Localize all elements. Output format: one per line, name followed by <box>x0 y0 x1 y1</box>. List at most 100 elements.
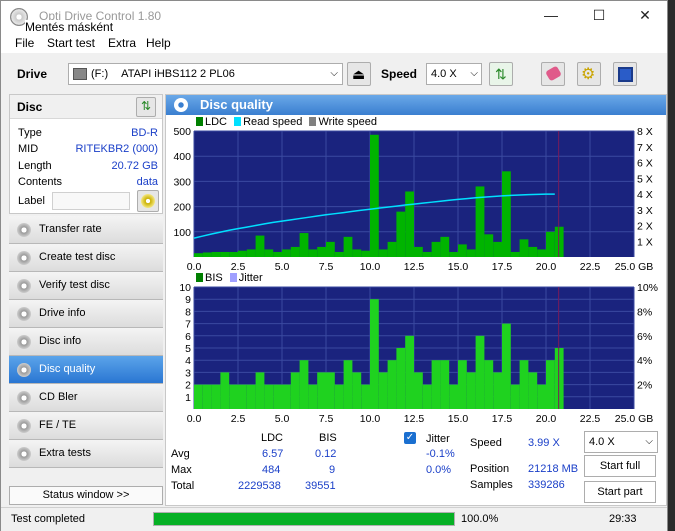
disc-icon <box>174 98 188 112</box>
refresh-icon: ⇅ <box>495 66 507 82</box>
y-tick-label: 9 <box>185 294 191 306</box>
chevron-down-icon: ⌵ <box>470 68 478 79</box>
start-full-button[interactable]: Start full <box>584 455 656 477</box>
disc-label-input[interactable] <box>52 192 130 210</box>
x-tick-label: 25.0 GB <box>615 261 654 273</box>
col-bis: BIS <box>319 432 337 444</box>
y-tick-label: 200 <box>173 202 191 214</box>
nav-transfer-rate[interactable]: Transfer rate <box>9 216 163 244</box>
ldc-bar <box>422 251 432 257</box>
bis-bar <box>264 384 274 409</box>
menu-file[interactable]: File <box>15 35 34 51</box>
settings-button[interactable]: ⚙ <box>577 62 601 86</box>
ldc-bar <box>299 233 309 257</box>
disc-header-title: Disc <box>17 100 43 114</box>
x-tick-label: 10.0 <box>360 413 381 425</box>
disc-label-label: Label <box>18 195 45 207</box>
y-tick-label: 100 <box>173 227 191 239</box>
disc-icon <box>17 363 31 377</box>
x-tick-label: 12.5 <box>404 413 425 425</box>
save-icon <box>618 67 633 82</box>
nav-cd-bler[interactable]: CD Bler <box>9 384 163 412</box>
nav-extra-tests[interactable]: Extra tests <box>9 440 163 468</box>
max-jitter: 0.0% <box>426 464 452 476</box>
bis-bar <box>546 360 555 409</box>
bis-bar <box>229 384 238 409</box>
eject-button[interactable]: ⏏ <box>347 62 371 86</box>
x-tick-label: 7.5 <box>319 261 334 273</box>
speed-select-value: 4.0 X <box>431 68 457 80</box>
stats-area: LDC BIS ✓ Jitter Avg 6.57 0.12 -0.1% Max… <box>166 431 666 507</box>
jitter-checkbox[interactable]: ✓ <box>404 432 416 444</box>
nav-disc-info[interactable]: Disc info <box>9 328 163 356</box>
disc-refresh-button[interactable]: ⇅ <box>136 97 156 117</box>
nav-verify-test-disc[interactable]: Verify test disc <box>9 272 163 300</box>
disc-info-panel: Disc ⇅ Type BD-R MID RITEKBR2 (000) Leng… <box>9 94 163 214</box>
ldc-bar <box>326 241 335 257</box>
ldc-bar <box>519 239 529 257</box>
x-tick-label: 20.0 <box>536 413 557 425</box>
sidebar: Disc ⇅ Type BD-R MID RITEKBR2 (000) Leng… <box>9 94 163 506</box>
nav-create-test-disc[interactable]: Create test disc <box>9 244 163 272</box>
minimize-button[interactable]: — <box>531 5 571 27</box>
erase-button[interactable] <box>541 62 565 86</box>
menu-extra[interactable]: Extra <box>108 35 136 51</box>
save-button[interactable] <box>613 62 637 86</box>
nav-fe-te[interactable]: FE / TE <box>9 412 163 440</box>
ldc-bar <box>264 249 274 257</box>
bis-bar <box>282 384 291 409</box>
x-tick-label: 17.5 <box>492 261 513 273</box>
bis-bar <box>273 384 282 409</box>
nav-disc-quality[interactable]: Disc quality <box>9 356 163 384</box>
ldc-bar <box>502 171 511 257</box>
ldc-bar <box>378 249 388 257</box>
ldc-bar <box>229 251 238 257</box>
status-window-button[interactable]: Status window >> <box>9 486 163 505</box>
panel-title: Disc quality <box>166 95 666 115</box>
bis-bar <box>378 372 388 409</box>
ldc-bar <box>273 251 282 257</box>
disc-label-button[interactable] <box>137 190 159 212</box>
status-text: Test completed <box>11 513 85 525</box>
ldc-bar <box>414 246 423 257</box>
nav-label: FE / TE <box>39 419 77 431</box>
ldc-bar <box>317 246 326 257</box>
nav-drive-info[interactable]: Drive info <box>9 300 163 328</box>
y2-tick-label: 6 X <box>637 158 653 170</box>
test-speed-select[interactable]: 4.0 X ⌵ <box>584 431 658 453</box>
nav-label: CD Bler <box>39 391 78 403</box>
disc-contents-value: data <box>136 176 158 188</box>
bis-chart: 0.0 2.5 5.0 7.5 10.0 12.5 15.0 17.5 20.0 22.5 25.0… <box>179 282 658 425</box>
y-tick-label: 7 <box>185 319 191 331</box>
ldc-bar <box>405 191 414 257</box>
ldc-bar <box>361 250 370 257</box>
disc-type-value: BD-R <box>131 127 158 139</box>
bis-bar <box>194 384 203 409</box>
bis-bar <box>502 323 511 409</box>
nav-label: Transfer rate <box>39 223 102 235</box>
speed-label: Speed <box>381 67 418 81</box>
menu-start-test[interactable]: Start test <box>47 35 95 51</box>
menu-help[interactable]: Help <box>146 35 171 51</box>
ldc-bar <box>202 252 212 257</box>
start-part-button[interactable]: Start part <box>584 481 656 503</box>
maximize-button[interactable]: ☐ <box>579 5 619 27</box>
bis-bar <box>361 384 370 409</box>
x-tick-label: 2.5 <box>231 413 246 425</box>
ldc-chart: 0.0 2.5 5.0 7.5 10.0 12.5 15.0 17.5 20.0 22.5 25.0… <box>173 126 654 273</box>
refresh-button[interactable]: ⇅ <box>489 62 513 86</box>
progress-fill <box>154 513 454 525</box>
bis-bar <box>334 384 344 409</box>
speed-select[interactable]: 4.0 X ⌵ <box>426 63 482 85</box>
ldc-bar <box>220 251 230 257</box>
status-bar: Test completed 100.0% 29:33 <box>1 507 667 531</box>
x-tick-label: 15.0 <box>448 413 469 425</box>
disc-icon <box>17 391 31 405</box>
row-max-label: Max <box>171 464 192 476</box>
drive-select[interactable]: (F:) ATAPI iHBS112 2 PL06 ⌵ <box>68 63 343 85</box>
bis-bar <box>475 335 485 409</box>
nav-label: Extra tests <box>39 447 91 459</box>
close-button[interactable]: ✕ <box>625 5 665 27</box>
disc-mid-value: RITEKBR2 (000) <box>75 143 158 155</box>
drive-name: ATAPI iHBS112 2 PL06 <box>121 68 235 80</box>
